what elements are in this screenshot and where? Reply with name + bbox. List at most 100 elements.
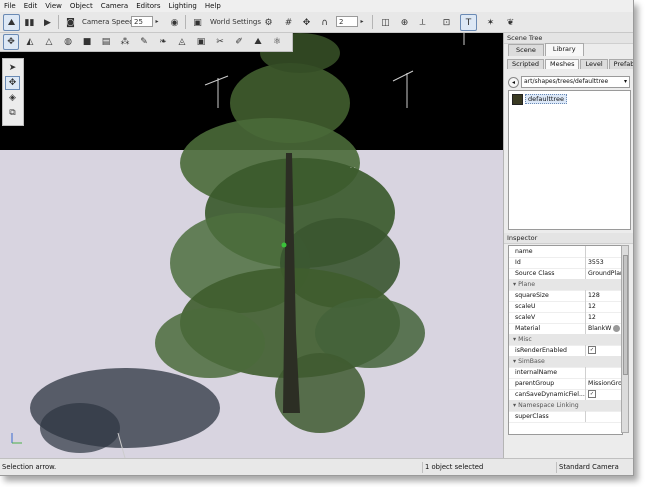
snap-settings-button[interactable]: ⚙ (260, 14, 277, 31)
property-label: name (515, 248, 533, 255)
magnet-snap-button[interactable]: ∩ (316, 14, 333, 31)
move-tool-button[interactable]: ✥ (5, 76, 20, 90)
menu-lighting[interactable]: Lighting (165, 2, 201, 10)
drop-target-button[interactable]: ⊕ (396, 14, 413, 31)
menu-view[interactable]: View (41, 2, 66, 10)
checkbox[interactable]: ✓ (588, 390, 596, 398)
terrain-editor-button[interactable]: ◭ (22, 34, 38, 50)
bounds-button[interactable]: ◫ (377, 14, 394, 31)
move-icon: ✥ (8, 78, 17, 88)
editor-window: File Edit View Object Camera Editors Lig… (0, 0, 634, 476)
property-value[interactable]: BlankW (585, 323, 622, 334)
frame-icon: ▣ (196, 37, 206, 47)
property-value[interactable] (585, 367, 622, 378)
property-value[interactable]: ✓ (585, 345, 622, 356)
camera-speed-arrow[interactable]: ▸ (153, 14, 161, 29)
road-editor-button[interactable]: ✂ (212, 34, 228, 50)
select-tool-button[interactable]: ➤ (5, 61, 20, 75)
align-button[interactable]: ⟂ (414, 14, 431, 31)
chevron-right-icon: ▸ (155, 18, 159, 25)
object-pivot-icon[interactable] (281, 242, 287, 248)
select-center-button[interactable]: ⊡ (438, 14, 455, 31)
status-bar: Selection arrow. 1 object selected Stand… (0, 458, 633, 475)
convex-editor-button[interactable]: ⚛ (269, 34, 285, 50)
decal-button[interactable]: ✶ (482, 14, 499, 31)
property-value[interactable] (585, 246, 622, 257)
camera-button[interactable]: ◙ (62, 14, 79, 31)
menu-help[interactable]: Help (201, 2, 225, 10)
property-value[interactable]: GroundPlane (585, 268, 622, 279)
scrollbar-thumb[interactable] (623, 255, 628, 375)
group-label: Namespace Linking (518, 402, 579, 409)
property-value[interactable]: 128 (585, 290, 622, 301)
globe-icon[interactable] (613, 324, 621, 332)
mesh-road-editor-button[interactable]: ◬ (174, 34, 190, 50)
menu-edit[interactable]: Edit (20, 2, 42, 10)
property-value[interactable]: 12 (585, 312, 622, 323)
datablock-editor-button[interactable]: ▤ (98, 34, 114, 50)
gui-editor-button[interactable]: ▮▮ (21, 14, 38, 31)
property-value[interactable]: 12 (585, 301, 622, 312)
world-settings-label[interactable]: World Settings (210, 14, 261, 29)
mesh-item-label: defaulttree (525, 94, 567, 104)
tab-library[interactable]: Library (544, 43, 584, 56)
arrow-cursor-icon: ➤ (8, 63, 17, 73)
subtab-prefabs[interactable]: Prefabs (608, 59, 633, 69)
chevron-down-icon[interactable]: ▾ (624, 78, 627, 85)
tree-shadow (40, 403, 120, 453)
rotate-tool-button[interactable]: ◈ (5, 91, 20, 105)
sketch-tool-button[interactable]: ✐ (231, 34, 247, 50)
property-label: superClass (515, 413, 549, 420)
forest-editor-button[interactable]: ❧ (155, 34, 171, 50)
list-item[interactable]: defaulttree (512, 93, 567, 105)
property-value[interactable]: ✓ (585, 389, 622, 400)
tab-scene[interactable]: Scene (508, 44, 544, 56)
subtab-scripted[interactable]: Scripted (507, 59, 544, 69)
checkbox[interactable]: ✓ (588, 346, 596, 354)
grid-size-input[interactable]: 2 (336, 16, 358, 27)
menu-file[interactable]: File (0, 2, 20, 10)
forest-button[interactable]: ❦ (502, 14, 519, 31)
library-path-dropdown[interactable]: art/shapes/trees/defaulttree (521, 76, 630, 88)
visibility-button[interactable]: ◉ (166, 14, 183, 31)
property-value[interactable]: 3553 (585, 257, 622, 268)
back-arrow-icon[interactable]: ◂ (508, 76, 519, 88)
property-value[interactable]: MissionGrou (585, 378, 622, 389)
menu-object[interactable]: Object (66, 2, 97, 10)
terrain-icon: ◭ (26, 37, 34, 47)
collapse-arrow-icon: ▾ (513, 402, 517, 409)
tools-icon: ✂ (216, 37, 224, 47)
terrain-painter-button[interactable]: △ (41, 34, 57, 50)
object-snap-button[interactable]: ✥ (298, 14, 315, 31)
menu-editors[interactable]: Editors (132, 2, 164, 10)
scale-tool-button[interactable]: ⧉ (5, 106, 20, 120)
database-icon: ▤ (101, 37, 111, 47)
property-value[interactable] (585, 411, 622, 422)
decal-editor-button[interactable]: ✎ (136, 34, 152, 50)
property-label: Material (515, 325, 541, 332)
sphere-icon: ◍ (64, 37, 72, 47)
fit-view-button[interactable]: ▣ (189, 14, 206, 31)
object-editor-button[interactable]: ✥ (3, 34, 19, 50)
grid-size-arrow[interactable]: ▸ (358, 14, 366, 29)
inspector-property-grid: name Id 3553 Source Class GroundPlane ▾ Pl… (508, 245, 623, 435)
grid-snap-button[interactable]: # (280, 14, 297, 31)
property-label: Id (515, 259, 521, 266)
navmesh-editor-button[interactable]: ⛰ (250, 34, 266, 50)
particle-editor-button[interactable]: ⁂ (117, 34, 133, 50)
play-button[interactable]: ▶ (39, 14, 56, 31)
subtab-meshes[interactable]: Meshes (544, 59, 580, 69)
material-editor-button[interactable]: ◍ (60, 34, 76, 50)
property-row[interactable]: superClass (509, 411, 622, 423)
text-label-button[interactable]: T (460, 14, 477, 31)
inspector-scrollbar[interactable] (621, 245, 629, 433)
river-editor-button[interactable]: ▣ (193, 34, 209, 50)
camera-speed-label: Camera Speed (82, 17, 134, 26)
camera-speed-input[interactable]: 25 (131, 16, 153, 27)
menu-camera[interactable]: Camera (97, 2, 132, 10)
subtab-level[interactable]: Level (580, 59, 608, 69)
main-toolbar: ⛰ ▮▮ ▶ ◙ Camera Speed 25 ▸ ◉ ▣ World Set… (0, 12, 633, 33)
3d-viewport[interactable]: · · ➤ ✥ ◈ ⧉ (0, 33, 503, 458)
world-editor-button[interactable]: ⛰ (3, 14, 20, 31)
shape-editor-button[interactable]: ■ (79, 34, 95, 50)
